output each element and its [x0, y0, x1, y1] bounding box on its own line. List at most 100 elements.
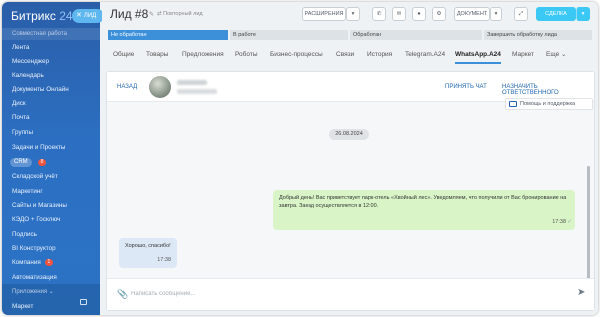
- lead-card: Лид #8 ✎ ⇄ Повторный лид РАСШИРЕНИЯ ▾ ✆ …: [102, 2, 598, 315]
- close-icon: ✕: [76, 12, 82, 19]
- help-support-label: Помощь и поддержка: [520, 101, 576, 107]
- chevron-down-icon: ▾: [581, 11, 585, 17]
- document-button[interactable]: ДОКУМЕНТ: [454, 7, 490, 21]
- mail-button[interactable]: ✉: [392, 7, 406, 21]
- tab-history[interactable]: История: [367, 50, 392, 60]
- contact-phone-blurred: [177, 89, 217, 94]
- send-icon[interactable]: ➤: [577, 287, 585, 298]
- accept-chat-button[interactable]: ПРИНЯТЬ ЧАТ: [445, 84, 487, 90]
- sidebar-item-calendar[interactable]: Календарь: [12, 71, 44, 80]
- stage-not-processed[interactable]: Не обработан: [108, 30, 228, 40]
- sidebar-item-mail[interactable]: Почта: [12, 113, 30, 122]
- gear-icon: ⚙: [436, 11, 442, 17]
- sidebar-item-groups[interactable]: Группы: [12, 128, 33, 137]
- avatar: [149, 76, 171, 98]
- tab-whatsapp[interactable]: WhatsApp.A24: [455, 50, 501, 60]
- tab-products[interactable]: Товары: [146, 50, 168, 60]
- chevron-down-icon: ⌄: [48, 289, 54, 295]
- chevron-down-icon: ▾: [351, 11, 355, 17]
- phone-icon: ✆: [376, 11, 382, 17]
- app-logo[interactable]: Битрикс 24: [11, 9, 73, 23]
- tab-links[interactable]: Связи: [336, 50, 354, 60]
- stage-in-progress[interactable]: В работе: [230, 30, 348, 40]
- app-window: Битрикс 24 Совместная работа Лента Мессе…: [2, 2, 598, 315]
- tab-business-processes[interactable]: Бизнес-процессы: [270, 50, 323, 60]
- sidebar-item-company[interactable]: Компания 1: [12, 258, 53, 267]
- extensions-button[interactable]: РАСШИРЕНИЯ: [302, 7, 346, 21]
- sidebar-item-crm-label: CRM: [14, 159, 28, 165]
- tab-offers[interactable]: Предложения: [182, 50, 224, 60]
- skype-icon: ●: [417, 11, 421, 17]
- contact-name-blurred: [177, 80, 207, 85]
- expand-icon: ⤢: [518, 11, 524, 17]
- message-input[interactable]: [131, 287, 551, 301]
- tab-telegram[interactable]: Telegram.A24: [405, 50, 445, 60]
- outgoing-message-text: Добрый день! Вас приветствует парк-отель…: [279, 195, 567, 209]
- message-time: 17:38: [552, 219, 566, 225]
- crm-counter-badge: 8: [38, 159, 46, 166]
- help-support-button[interactable]: Помощь и поддержка: [505, 98, 593, 110]
- sidebar-item-crm[interactable]: CRM: [10, 158, 32, 167]
- lead-repeat-text: Повторный лид: [163, 11, 203, 17]
- chevron-down-icon: ▾: [494, 11, 498, 17]
- sidebar-item-market[interactable]: Маркет: [12, 302, 33, 311]
- left-sidebar: Битрикс 24 Совместная работа Лента Мессе…: [2, 2, 100, 315]
- settings-button[interactable]: ⚙: [432, 7, 446, 21]
- sidebar-section-collaboration[interactable]: Совместная работа: [2, 28, 100, 40]
- sidebar-item-kedo[interactable]: КЭДО + Госключ: [12, 215, 60, 224]
- back-button[interactable]: НАЗАД: [117, 84, 137, 90]
- sidebar-item-bi[interactable]: BI Конструктор: [12, 244, 56, 253]
- phone-button[interactable]: ✆: [372, 7, 386, 21]
- assign-responsible-button[interactable]: НАЗНАЧИТЬ ОТВЕТСТВЕННОГО: [502, 84, 594, 96]
- chat-panel: НАЗАД ПРИНЯТЬ ЧАТ НАЗНАЧИТЬ ОТВЕТСТВЕННО…: [106, 71, 595, 311]
- paperclip-icon[interactable]: 📎: [117, 289, 128, 300]
- incoming-message: Хорошо, спасибо! 17:38: [119, 238, 177, 268]
- close-lead-tab[interactable]: ✕ ЛИД: [72, 9, 104, 23]
- expand-button[interactable]: ⤢: [514, 7, 528, 21]
- sidebar-item-marketing[interactable]: Маркетинг: [12, 187, 43, 196]
- sidebar-item-messenger[interactable]: Мессенджер: [12, 57, 49, 66]
- sidebar-item-feed[interactable]: Лента: [12, 43, 29, 52]
- sidebar-item-inventory[interactable]: Складской учёт: [12, 172, 58, 181]
- sidebar-item-documents[interactable]: Документы Онлайн: [12, 85, 69, 94]
- logo-number: 24: [59, 9, 73, 23]
- incoming-message-text: Хорошо, спасибо!: [125, 243, 171, 249]
- sidebar-apps-section[interactable]: Приложения ⌄: [12, 288, 54, 297]
- sidebar-footer: Приложения ⌄ Маркет: [2, 284, 100, 315]
- pencil-icon[interactable]: ✎: [149, 11, 154, 18]
- outgoing-message: Добрый день! Вас приветствует парк-отель…: [273, 190, 575, 230]
- message-composer: 📎 ➤: [107, 278, 594, 310]
- tab-general[interactable]: Общие: [113, 50, 134, 60]
- convert-dropdown[interactable]: ▾: [576, 7, 590, 21]
- convert-button[interactable]: СДЕЛКА: [536, 7, 576, 21]
- document-dropdown[interactable]: ▾: [490, 7, 502, 21]
- sidebar-item-drive[interactable]: Диск: [12, 99, 26, 108]
- chat-messages: 26.08.2024 Добрый день! Вас приветствует…: [107, 102, 594, 306]
- sidebar-item-automation[interactable]: Автоматизация: [12, 273, 57, 282]
- link-icon: ⇄: [157, 11, 162, 17]
- delivered-check-icon: ✓: [567, 219, 572, 225]
- tab-robots[interactable]: Роботы: [235, 50, 258, 60]
- close-tab-label: ЛИД: [83, 13, 97, 19]
- page-title: Лид #8: [110, 7, 149, 21]
- sidebar-item-tasks[interactable]: Задачи и Проекты: [12, 143, 65, 152]
- apps-section-label: Приложения: [12, 289, 48, 295]
- logo-name: Битрикс: [11, 9, 56, 23]
- printer-icon[interactable]: [80, 299, 87, 305]
- stage-finish[interactable]: Завершить обработку лида: [484, 30, 592, 40]
- lead-repeat-label: ⇄ Повторный лид: [157, 11, 203, 17]
- date-separator: 26.08.2024: [329, 129, 369, 140]
- tab-more[interactable]: Еще ⌄: [546, 50, 567, 60]
- active-tab-indicator: [455, 62, 501, 64]
- sidebar-item-company-label: Компания: [12, 259, 41, 266]
- tab-market[interactable]: Маркет: [512, 50, 534, 60]
- message-time: 17:38: [157, 257, 171, 263]
- sidebar-item-signature[interactable]: Подпись: [12, 230, 37, 239]
- mail-icon: ✉: [396, 11, 402, 17]
- company-counter-badge: 1: [44, 258, 53, 266]
- skype-button[interactable]: ●: [412, 7, 426, 21]
- chevron-down-icon: ⌄: [561, 51, 567, 58]
- extensions-dropdown[interactable]: ▾: [346, 7, 360, 21]
- sidebar-item-sites[interactable]: Сайты и Магазины: [12, 201, 67, 210]
- stage-processed[interactable]: Обработан: [350, 30, 482, 40]
